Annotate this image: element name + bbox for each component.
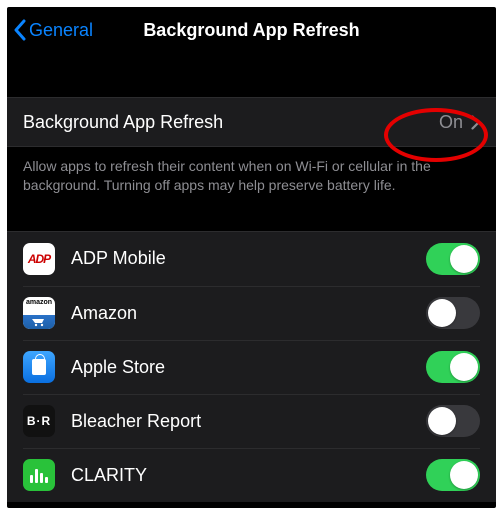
app-row-clarity: CLARITY	[7, 448, 496, 502]
settings-screen: General Background App Refresh Backgroun…	[7, 7, 496, 508]
app-label: CLARITY	[71, 465, 426, 486]
chevron-right-icon	[471, 115, 480, 130]
app-row-apple-store: Apple Store	[7, 340, 496, 394]
app-label: ADP Mobile	[71, 248, 426, 269]
master-row-label: Background App Refresh	[23, 112, 439, 133]
app-row-bleacher-report: B·R Bleacher Report	[7, 394, 496, 448]
toggle-clarity[interactable]	[426, 459, 480, 491]
chevron-left-icon	[13, 19, 27, 41]
app-icon-bleacher-report: B·R	[23, 405, 55, 437]
app-label: Apple Store	[71, 357, 426, 378]
app-label: Amazon	[71, 303, 426, 324]
toggle-amazon[interactable]	[426, 297, 480, 329]
app-icon-clarity	[23, 459, 55, 491]
toggle-adp[interactable]	[426, 243, 480, 275]
app-row-adp: A D P ADP Mobile	[7, 232, 496, 286]
section-gap	[7, 53, 496, 97]
app-icon-amazon: amazon	[23, 297, 55, 329]
section-footer-text: Allow apps to refresh their content when…	[7, 147, 496, 209]
master-row-value: On	[439, 112, 463, 133]
app-icon-adp: A D P	[23, 243, 55, 275]
nav-bar: General Background App Refresh	[7, 7, 496, 53]
back-button[interactable]: General	[13, 19, 93, 41]
back-label: General	[29, 20, 93, 41]
toggle-bleacher-report[interactable]	[426, 405, 480, 437]
background-refresh-master-row[interactable]: Background App Refresh On	[7, 97, 496, 147]
app-row-amazon: amazon Amazon	[7, 286, 496, 340]
toggle-apple-store[interactable]	[426, 351, 480, 383]
app-label: Bleacher Report	[71, 411, 426, 432]
app-icon-apple-store	[23, 351, 55, 383]
app-list: A D P ADP Mobile amazon Amazon Apple	[7, 231, 496, 502]
